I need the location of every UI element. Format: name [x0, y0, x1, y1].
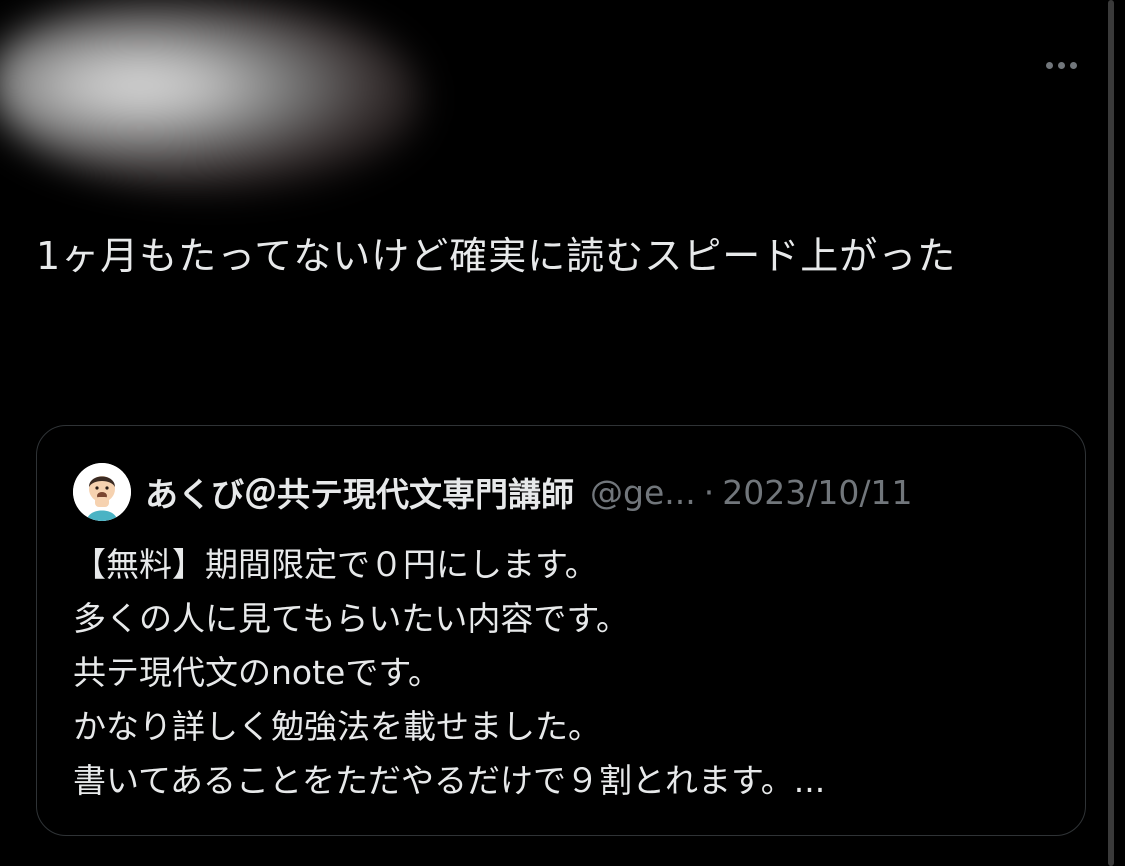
quoted-text-line: 【無料】期間限定で０円にします。: [73, 545, 598, 584]
quoted-author-handle[interactable]: @ge...: [590, 473, 696, 512]
blurred-avatar-icon[interactable]: [0, 0, 420, 190]
more-dot: [1045, 61, 1053, 69]
quoted-tweet-header: あくび＠共テ現代文専門講師 @ge... · 2023/10/11: [73, 460, 1073, 524]
character-avatar-icon[interactable]: [73, 463, 131, 521]
more-dot: [1069, 61, 1077, 69]
quoted-author-name[interactable]: あくび＠共テ現代文専門講師: [145, 468, 574, 516]
tweet-text: 1ヶ月もたってないけど確実に読むスピード上がった: [36, 234, 957, 278]
quoted-text-line: 共テ現代文のnoteです。: [73, 653, 442, 692]
more-dot: [1057, 61, 1065, 69]
quoted-tweet-text: 【無料】期間限定で０円にします。 多くの人に見てもらいたい内容です。 共テ現代文…: [73, 538, 1063, 808]
quoted-text-line: 書いてあることをただやるだけで９割とれます。...: [73, 761, 826, 800]
scrollbar[interactable]: [1108, 0, 1114, 866]
quoted-text-line: 多くの人に見てもらいたい内容です。: [73, 599, 630, 638]
more-options-button[interactable]: [1036, 52, 1086, 78]
quoted-text-line: かなり詳しく勉強法を載せました。: [73, 707, 601, 746]
quoted-tweet-card[interactable]: あくび＠共テ現代文専門講師 @ge... · 2023/10/11 【無料】期間…: [36, 425, 1086, 836]
quoted-tweet-date[interactable]: 2023/10/11: [722, 473, 912, 512]
meta-separator: ·: [703, 472, 715, 512]
